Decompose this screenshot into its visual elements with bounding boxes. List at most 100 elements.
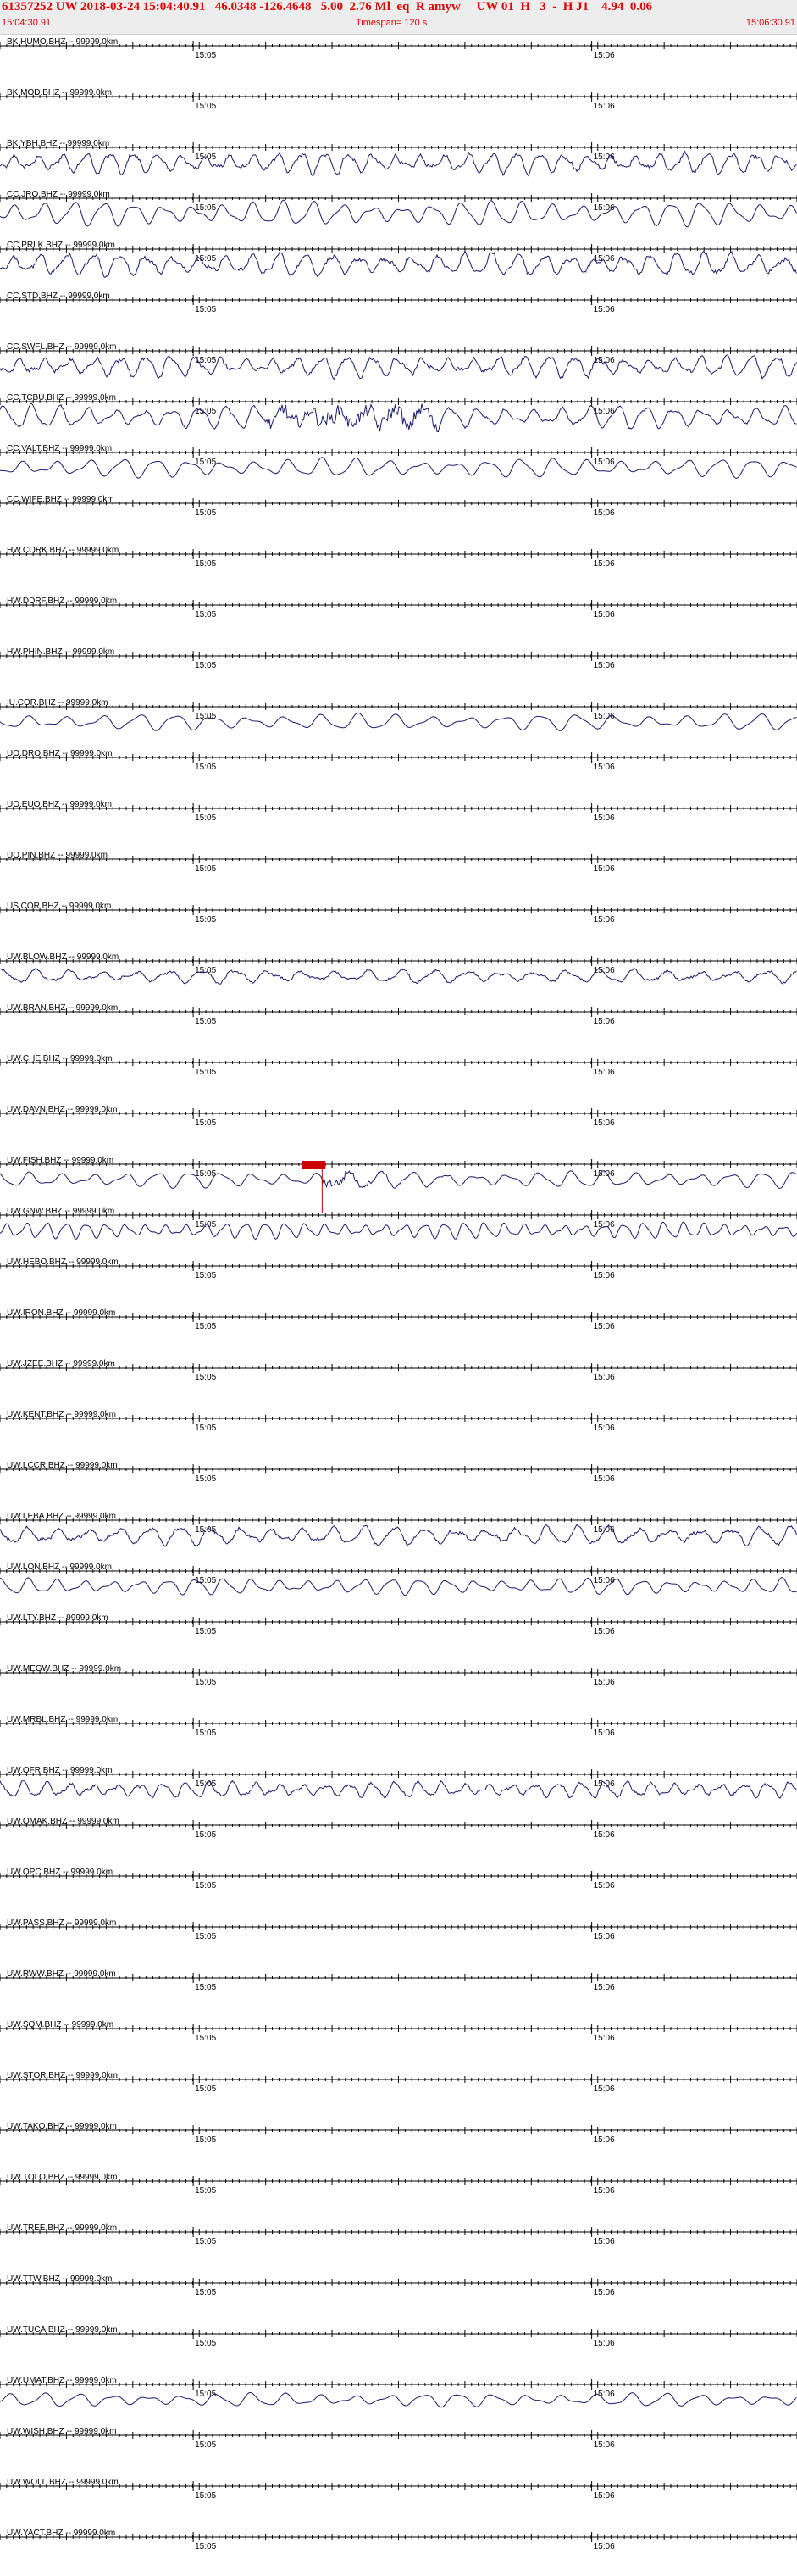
station-trace: UW.LON.BHZ -- 99999.0km 15:05 15:06 [0,1563,797,1596]
event-title: 61357252 UW 2018-03-24 15:04:40.91 46.03… [2,0,653,14]
station-trace: CC.PRLK.BHZ -- 99999.0km15:05 15:06 [0,241,797,278]
waveform [0,354,797,380]
minute-tick-label: 15:05 [195,1627,216,1636]
minute-tick-label: 15:05 [195,305,216,314]
station-trace: BK.HUMO.BHZ -- 99999.0km 15:05 15:06 [0,37,797,60]
minute-tick-label: 15:05 [195,407,216,416]
waveform [0,967,797,985]
header-bar: 61357252 UW 2018-03-24 15:04:40.91 46.03… [0,0,797,35]
minute-tick-label: 15:05 [195,1932,216,1941]
station-trace: UW.BRAN.BHZ -- 99999.0km 15:05 15:06 [0,1003,797,1026]
station-label: HW.CORK.BHZ -- 99999.0km [7,546,119,555]
minute-tick-label: 15:05 [195,1119,216,1128]
minute-tick-label: 15:05 [195,458,216,467]
minute-tick-label: 15:06 [594,610,615,619]
station-trace: UW.IRON.BHZ -- 99999.0km 15:05 15:06 [0,1308,797,1331]
minute-tick-label: 15:05 [195,1830,216,1840]
station-trace: UW.OFR.BHZ -- 99999.0km15:05 15:06 [0,1766,797,1800]
station-label: CC.PRLK.BHZ -- 99999.0km [7,241,115,250]
station-trace: CC.JRO.BHZ -- 99999.0km15:05 15:06 [0,190,797,228]
station-trace: UW.HEBO.BHZ -- 99999.0km 15:05 15:06 [0,1257,797,1280]
station-label: UW.LCCR.BHZ -- 99999.0km [7,1461,118,1470]
minute-tick-label: 15:05 [195,254,216,264]
minute-tick-label: 15:05 [195,1068,216,1077]
minute-tick-label: 15:05 [195,763,216,772]
station-trace: UW.LCCR.BHZ -- 99999.0km 15:05 15:06 [0,1461,797,1484]
end-time-label: 15:06:30.91 [745,18,795,28]
minute-tick-label: 15:05 [195,559,216,569]
station-trace: UW.LTY.BHZ -- 99999.0km15:05 15:06 [0,1613,797,1636]
minute-tick-label: 15:06 [594,1322,615,1331]
station-label: UW.HEBO.BHZ -- 99999.0km [7,1257,119,1267]
station-trace: HW.CORK.BHZ -- 99999.0km 15:05 15:06 [0,546,797,569]
station-trace: HW.DDRF.BHZ -- 99999.0km 15:05 15:06 [0,597,797,619]
station-trace: UW.FISH.BHZ -- 99999.0km15:05 15:06 [0,1156,797,1213]
station-trace: UW.RWW.BHZ -- 99999.0km15:05 15:06 [0,1969,797,1992]
waveform [0,150,797,177]
station-label: UW.MEGW.BHZ -- 99999.0km [7,1664,121,1674]
minute-tick-label: 15:06 [594,661,615,670]
minute-tick-label: 15:06 [594,102,615,111]
minute-tick-label: 15:06 [594,1881,615,1890]
station-label: UW.BRAN.BHZ -- 99999.0km [7,1003,118,1013]
station-label: UW.IRON.BHZ -- 99999.0km [7,1308,115,1318]
station-label: UO.EUO.BHZ -- 99999.0km [7,800,112,809]
minute-tick-label: 15:06 [594,1271,615,1280]
minute-tick-label: 15:06 [594,305,615,314]
minute-tick-label: 15:06 [594,1017,615,1026]
waveform [0,457,797,479]
minute-tick-label: 15:06 [594,1830,615,1840]
station-label: BK.YBH.BHZ -- 99999.0km [7,139,109,148]
minute-tick-label: 15:06 [594,1678,615,1687]
station-trace: UW.GNW.BHZ -- 99999.0km15:05 15:06 [0,1207,797,1241]
minute-tick-label: 15:05 [195,1474,216,1484]
minute-tick-label: 15:06 [594,51,615,60]
station-trace: UW.CHE.BHZ -- 99999.0km15:05 15:06 [0,1054,797,1077]
minute-tick-label: 15:06 [594,1932,615,1941]
station-trace: UW.LEBA.BHZ -- 99999.0km15:05 15:06 [0,1512,797,1547]
station-trace: CC.TCBU.BHZ -- 99999.0km15:05 15:06 [0,393,797,433]
minute-tick-label: 15:05 [195,51,216,60]
minute-tick-label: 15:06 [594,1068,615,1077]
station-trace: CC.VALT.BHZ -- 99999.0km 15:05 15:06 [0,444,797,479]
minute-tick-label: 15:06 [594,864,615,874]
minute-tick-label: 15:06 [594,508,615,518]
station-trace: UW.PASS.BHZ -- 99999.0km15:05 15:06 [0,1918,797,1941]
minute-tick-label: 15:06 [594,915,615,924]
station-label: UW.BLOW.BHZ -- 99999.0km [7,952,119,962]
minute-tick-label: 15:06 [594,458,615,467]
minute-tick-label: 15:05 [195,813,216,823]
station-label: BK.HUMO.BHZ -- 99999.0km [7,37,118,47]
station-trace: UW.MEGW.BHZ -- 99999.0km 15:05 15:06 [0,1664,797,1687]
minute-tick-label: 15:05 [195,1017,216,1026]
station-trace: CC.STD.BHZ -- 99999.0km 15:05 15:06 [0,291,797,314]
station-trace: UW.MRBL.BHZ -- 99999.0km 15:05 15:06 [0,1715,797,1738]
station-label: US.COR.BHZ -- 99999.0km [7,902,111,911]
minute-tick-label: 15:05 [195,915,216,924]
minute-tick-label: 15:05 [195,712,216,721]
station-trace: UW.OPC.BHZ -- 99999.0km15:05 15:06 [0,1868,797,1890]
waveform [0,199,797,228]
station-label: BK.MOD.BHZ -- 99999.0km [7,88,112,97]
waveform [0,250,797,278]
minute-tick-label: 15:05 [195,1322,216,1331]
station-trace: US.COR.BHZ -- 99999.0km 15:05 15:06 [0,902,797,924]
waveform [0,1577,797,1596]
minute-tick-label: 15:05 [195,1881,216,1890]
station-trace: UO.EUO.BHZ -- 99999.0km 15:05 15:06 [0,800,797,823]
minute-tick-label: 15:05 [195,610,216,619]
station-trace: UW.BLOW.BHZ -- 99999.0km15:05 15:06 [0,952,797,985]
minute-tick-label: 15:05 [195,1373,216,1382]
station-trace: UW.OMAK.BHZ -- 99999.0km 15:05 15:06 [0,1817,797,1840]
minute-tick-label: 15:06 [594,1220,615,1230]
minute-tick-label: 15:05 [195,203,216,213]
station-label: HW.PHIN.BHZ -- 99999.0km [7,647,114,657]
station-trace: HW.PHIN.BHZ -- 99999.0km 15:05 15:06 [0,647,797,670]
minute-tick-label: 15:06 [594,1627,615,1636]
station-label: CC.VALT.BHZ -- 99999.0km [7,444,112,453]
station-label: UW.JZEE.BHZ -- 99999.0km [7,1359,115,1368]
waveform [0,1221,797,1241]
timespan-label: Timespan= 120 s [356,18,428,28]
minute-tick-label: 15:06 [594,1474,615,1484]
station-label: UW.OMAK.BHZ -- 99999.0km [7,1817,119,1826]
